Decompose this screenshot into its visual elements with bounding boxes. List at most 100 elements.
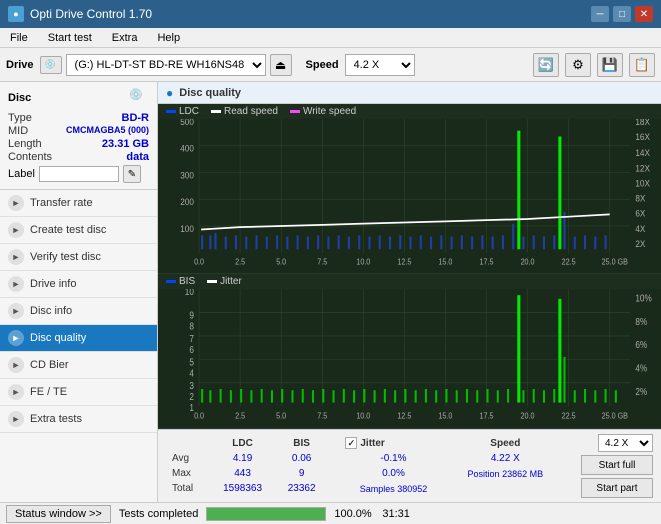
col-ldc: LDC <box>210 436 275 450</box>
col-bis: BIS <box>277 436 326 450</box>
window-controls: ─ □ ✕ <box>591 6 653 22</box>
svg-text:4X: 4X <box>635 223 645 234</box>
stats-total-row: Total 1598363 23362 Samples 380952 <box>168 482 563 495</box>
label-input[interactable] <box>39 166 119 182</box>
charts-area: LDC Read speed Write speed <box>158 104 661 429</box>
legend-read-speed: Read speed <box>211 106 278 117</box>
sidebar-item-transfer-rate[interactable]: ► Transfer rate <box>0 190 157 217</box>
menu-start-test[interactable]: Start test <box>42 31 98 45</box>
disc-info-label: Disc info <box>30 305 72 317</box>
settings-button[interactable]: ⚙ <box>565 53 591 77</box>
svg-text:4: 4 <box>189 368 194 379</box>
legend-write-speed: Write speed <box>290 106 356 117</box>
avg-spacer <box>328 452 339 465</box>
length-label: Length <box>8 138 42 150</box>
sidebar-item-create-test[interactable]: ► Create test disc <box>0 217 157 244</box>
position-value: 23862 MB <box>502 469 543 479</box>
type-value: BD-R <box>122 112 150 124</box>
svg-text:500: 500 <box>180 119 194 127</box>
svg-text:10.0: 10.0 <box>356 257 370 267</box>
menu-help[interactable]: Help <box>151 31 186 45</box>
refresh-button[interactable]: 🔄 <box>533 53 559 77</box>
svg-text:20.0: 20.0 <box>521 257 535 267</box>
avg-ldc: 4.19 <box>210 452 275 465</box>
save-button[interactable]: 📋 <box>629 53 655 77</box>
disc-section-label: Disc <box>8 92 31 104</box>
svg-text:8: 8 <box>189 321 194 332</box>
fe-te-label: FE / TE <box>30 386 67 398</box>
sidebar-item-fe-te[interactable]: ► FE / TE <box>0 379 157 406</box>
svg-text:25.0 GB: 25.0 GB <box>602 411 628 421</box>
eject-button[interactable]: ⏏ <box>270 54 292 76</box>
legend-ldc: LDC <box>166 106 199 117</box>
stats-table: LDC BIS ✓ Jitter Speed <box>166 434 565 497</box>
svg-text:400: 400 <box>180 143 194 154</box>
svg-text:22.5: 22.5 <box>562 411 576 421</box>
svg-text:12.5: 12.5 <box>397 257 411 267</box>
jitter-checkbox[interactable]: ✓ <box>345 437 357 449</box>
svg-text:6X: 6X <box>635 208 645 219</box>
svg-text:10: 10 <box>185 289 194 297</box>
svg-text:16X: 16X <box>635 131 650 142</box>
svg-text:100: 100 <box>180 223 194 234</box>
quality-header-icon: ● <box>166 86 173 100</box>
svg-text:2%: 2% <box>635 387 647 398</box>
burn-button[interactable]: 💾 <box>597 53 623 77</box>
speed-select[interactable]: 4.2 X <box>345 54 415 76</box>
svg-text:9: 9 <box>189 310 194 321</box>
sidebar-item-extra-tests[interactable]: ► Extra tests <box>0 406 157 433</box>
quality-header: ● Disc quality <box>158 82 661 104</box>
legend-jitter: Jitter <box>207 276 242 287</box>
mid-label: MID <box>8 125 28 137</box>
svg-text:10%: 10% <box>635 293 651 304</box>
sidebar-item-verify-test[interactable]: ► Verify test disc <box>0 244 157 271</box>
close-button[interactable]: ✕ <box>635 6 653 22</box>
svg-text:2.5: 2.5 <box>235 411 246 421</box>
svg-text:200: 200 <box>180 197 194 208</box>
total-label: Total <box>168 482 208 495</box>
sidebar-item-cd-bier[interactable]: ► CD Bier <box>0 352 157 379</box>
bis-chart: BIS Jitter <box>158 274 661 429</box>
create-test-icon: ► <box>8 222 24 238</box>
start-part-button[interactable]: Start part <box>581 478 653 498</box>
status-bar: Status window >> Tests completed 100.0% … <box>0 502 661 524</box>
svg-text:4%: 4% <box>635 363 647 374</box>
label-edit-button[interactable]: ✎ <box>123 165 141 183</box>
total-ldc: 1598363 <box>210 482 275 495</box>
minimize-button[interactable]: ─ <box>591 6 609 22</box>
svg-text:0.0: 0.0 <box>194 411 205 421</box>
menu-extra[interactable]: Extra <box>106 31 144 45</box>
svg-text:0.0: 0.0 <box>194 257 204 267</box>
start-full-button[interactable]: Start full <box>581 455 653 475</box>
chart1-legend: LDC Read speed Write speed <box>158 104 661 119</box>
col-jitter-header: ✓ Jitter <box>341 436 445 450</box>
verify-test-label: Verify test disc <box>30 251 101 263</box>
quality-speed-select[interactable]: 4.2 X <box>598 434 653 452</box>
samples-label: Samples <box>360 484 395 494</box>
bis-chart-svg: 10 9 8 7 6 5 4 3 2 1 10% 8% 6% 4% 2% <box>158 289 661 425</box>
drive-label: Drive <box>6 59 34 71</box>
sidebar-item-drive-info[interactable]: ► Drive info <box>0 271 157 298</box>
svg-text:12X: 12X <box>635 163 650 174</box>
svg-text:17.5: 17.5 <box>480 257 494 267</box>
maximize-button[interactable]: □ <box>613 6 631 22</box>
menu-file[interactable]: File <box>4 31 34 45</box>
svg-text:8X: 8X <box>635 193 645 204</box>
drive-select[interactable]: (G:) HL-DT-ST BD-RE WH16NS48 1.D3 <box>66 54 266 76</box>
svg-text:6%: 6% <box>635 340 647 351</box>
toolbar: Drive 💿 (G:) HL-DT-ST BD-RE WH16NS48 1.D… <box>0 48 661 82</box>
bis-legend-dot <box>166 280 176 283</box>
create-test-label: Create test disc <box>30 224 106 236</box>
svg-text:7.5: 7.5 <box>317 257 327 267</box>
ldc-chart: LDC Read speed Write speed <box>158 104 661 274</box>
status-window-button[interactable]: Status window >> <box>6 505 111 523</box>
ldc-chart-svg: 500 400 300 200 100 18X 16X 14X 12X 10X … <box>158 119 661 270</box>
svg-text:15.0: 15.0 <box>438 257 452 267</box>
sidebar-item-disc-info[interactable]: ► Disc info <box>0 298 157 325</box>
disc-quality-icon: ► <box>8 330 24 346</box>
sidebar-item-disc-quality[interactable]: ► Disc quality <box>0 325 157 352</box>
sidebar: Disc 💿 Type BD-R MID CMCMAGBA5 (000) Len… <box>0 82 158 502</box>
position-label: Position <box>468 469 500 479</box>
legend-bis: BIS <box>166 276 195 287</box>
svg-text:300: 300 <box>180 170 194 181</box>
